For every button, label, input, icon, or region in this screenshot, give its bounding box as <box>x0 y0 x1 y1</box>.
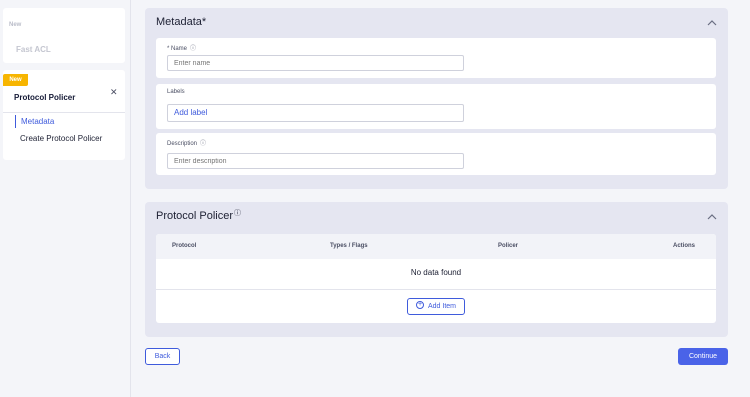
labels-field: Labels Add label <box>156 84 716 129</box>
new-tag: New <box>9 22 22 28</box>
empty-state: No data found <box>410 268 462 277</box>
back-button[interactable]: Back <box>145 348 180 365</box>
step-create-protocol-policer[interactable]: Create Protocol Policer <box>20 133 102 145</box>
name-input[interactable] <box>167 55 464 71</box>
divider <box>3 112 125 113</box>
plus-circle-icon: + <box>415 301 424 310</box>
metadata-title: Metadata* <box>156 16 207 28</box>
column-protocol: Protocol <box>172 243 197 249</box>
protocol-policer-section: Protocol Policerⓘ Protocol Types / Flags… <box>145 202 728 337</box>
sidebar-item-label: Fast ACL <box>16 45 51 54</box>
table-header: Protocol Types / Flags Policer Actions <box>156 234 716 259</box>
add-label-input[interactable]: Add label <box>167 104 464 122</box>
continue-button[interactable]: Continue <box>678 348 728 365</box>
step-metadata[interactable]: Metadata <box>15 115 54 128</box>
add-item-label: Add Item <box>427 303 456 310</box>
sidebar-item-fast-acl[interactable]: New Fast ACL <box>3 8 125 63</box>
name-field: * Name ⓘ <box>156 38 716 78</box>
sidebar-item-label: Protocol Policer <box>14 93 76 102</box>
chevron-up-icon[interactable] <box>707 212 717 222</box>
sidebar-item-protocol-policer[interactable]: New Protocol Policer ✕ Metadata Create P… <box>3 70 125 160</box>
new-badge: New <box>3 74 28 86</box>
description-field: Description ⓘ <box>156 133 716 175</box>
name-label: * Name ⓘ <box>167 46 197 52</box>
metadata-section: Metadata* * Nameⓘ Labels Add label Descr… <box>145 8 728 189</box>
description-label: Description ⓘ <box>167 141 207 147</box>
column-actions: Actions <box>673 243 696 249</box>
labels-label: Labels <box>167 89 185 95</box>
chevron-up-icon[interactable] <box>707 18 717 28</box>
policer-table: Protocol Types / Flags Policer Actions N… <box>156 234 716 323</box>
sidebar: New Fast ACL New Protocol Policer ✕ Meta… <box>0 0 131 397</box>
protocol-policer-title: Protocol Policerⓘ <box>156 210 242 222</box>
info-icon[interactable]: ⓘ <box>190 46 196 52</box>
info-icon[interactable]: ⓘ <box>200 141 206 147</box>
info-icon[interactable]: ⓘ <box>234 210 241 217</box>
description-input[interactable] <box>167 153 464 169</box>
add-item-button[interactable]: + Add Item <box>407 298 465 315</box>
column-types-flags: Types / Flags <box>330 243 368 249</box>
close-icon[interactable]: ✕ <box>110 87 118 98</box>
divider <box>156 289 716 290</box>
column-policer: Policer <box>498 243 519 249</box>
